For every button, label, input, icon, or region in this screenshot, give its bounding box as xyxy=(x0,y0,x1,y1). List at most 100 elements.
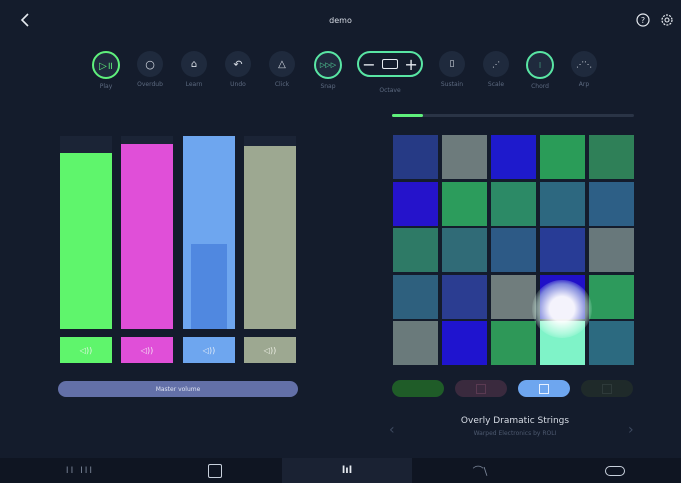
next-preset-icon[interactable]: › xyxy=(628,422,634,438)
snap-icon: ▷▷▷ xyxy=(314,51,342,79)
pad-14[interactable] xyxy=(540,228,585,272)
pad-6[interactable] xyxy=(393,181,438,226)
click-button[interactable]: △ Click xyxy=(265,51,299,88)
master-volume-slider[interactable]: Master volume xyxy=(58,381,298,397)
volume-fader-4[interactable] xyxy=(244,136,296,329)
gear-icon[interactable] xyxy=(660,12,674,31)
pad-grid xyxy=(393,135,634,365)
loop-progress-bar xyxy=(392,114,634,117)
octave-minus-button[interactable]: − xyxy=(362,55,375,74)
preset-author: Warped Electronics by ROLI xyxy=(473,430,557,437)
speaker-icon: ◁)) xyxy=(79,345,93,355)
arp-label: Arp xyxy=(578,81,590,88)
snap-button[interactable]: ▷▷▷ Snap xyxy=(311,51,345,90)
pad-10[interactable] xyxy=(589,181,634,226)
fader-fill-2 xyxy=(121,143,173,329)
nav-effects-icon[interactable]: ⌒\ xyxy=(430,458,530,483)
pad-23[interactable] xyxy=(491,321,536,365)
mute-button-2[interactable]: ◁)) xyxy=(121,337,173,363)
pad-20[interactable] xyxy=(589,274,634,319)
pad-page-tab-2[interactable] xyxy=(455,380,507,397)
pad-22[interactable] xyxy=(442,321,487,365)
metronome-icon: △ xyxy=(269,51,295,77)
speaker-icon: ◁)) xyxy=(202,345,216,355)
arp-button[interactable]: ⋰⋱ Arp xyxy=(567,51,601,88)
preset-info: Overly Dramatic Strings Warped Electroni… xyxy=(390,416,640,437)
learn-button[interactable]: ⌂ Learn xyxy=(177,51,211,88)
pad-15[interactable] xyxy=(589,228,634,272)
chord-icon: ⁝ xyxy=(526,51,554,79)
volume-fader-2[interactable] xyxy=(121,136,173,329)
pad-1[interactable] xyxy=(393,135,438,179)
pad-3[interactable] xyxy=(491,135,536,179)
octave-label: Octave xyxy=(379,87,401,94)
pad-7[interactable] xyxy=(442,181,487,226)
undo-icon: ↶ xyxy=(225,51,251,77)
pad-5[interactable] xyxy=(589,135,634,179)
pad-9[interactable] xyxy=(540,181,585,226)
speaker-icon: ◁)) xyxy=(263,345,277,355)
overdub-label: Overdub xyxy=(137,81,163,88)
undo-label: Undo xyxy=(230,81,246,88)
pad-18[interactable] xyxy=(491,274,536,319)
pad-page-tab-4[interactable] xyxy=(581,380,633,397)
help-icon[interactable]: ? xyxy=(636,12,650,31)
pad-25[interactable] xyxy=(589,321,634,365)
master-volume-label: Master volume xyxy=(155,385,201,393)
play-button[interactable]: ▷॥ Play xyxy=(89,51,123,90)
sustain-label: Sustain xyxy=(440,81,464,88)
page-icon xyxy=(602,384,612,394)
keyboard-icon xyxy=(381,59,398,69)
volume-fader-1[interactable] xyxy=(60,136,112,329)
mute-button-3[interactable]: ◁)) xyxy=(183,337,235,363)
nav-tracks-icon[interactable]: II III xyxy=(30,458,130,483)
page-icon xyxy=(539,384,549,394)
volume-fader-3[interactable] xyxy=(183,136,235,329)
scale-label: Scale xyxy=(487,81,505,88)
chord-button[interactable]: ⁝ Chord xyxy=(523,51,557,90)
play-pause-icon: ▷॥ xyxy=(92,51,120,79)
sustain-pedal-icon: ▯ xyxy=(439,51,465,77)
pad-page-tab-3[interactable] xyxy=(518,380,570,397)
pad-13[interactable] xyxy=(491,228,536,272)
overdub-icon: ○ xyxy=(137,51,163,77)
learn-label: Learn xyxy=(185,81,203,88)
speaker-icon: ◁)) xyxy=(140,345,154,355)
pad-16[interactable] xyxy=(393,274,438,319)
nav-mixer-icon[interactable]: lıl xyxy=(282,458,412,483)
fader-fill-1 xyxy=(60,153,112,329)
touch-glow xyxy=(532,280,592,338)
octave-plus-button[interactable]: + xyxy=(404,55,417,74)
fader-level-3 xyxy=(191,244,227,329)
arp-icon: ⋰⋱ xyxy=(571,51,597,77)
svg-text:?: ? xyxy=(641,16,645,25)
mute-button-4[interactable]: ◁)) xyxy=(244,337,296,363)
pad-2[interactable] xyxy=(442,135,487,179)
pad-4[interactable] xyxy=(540,135,585,179)
scale-button[interactable]: ⋰ Scale xyxy=(479,51,513,88)
sustain-button[interactable]: ▯ Sustain xyxy=(435,51,469,88)
page-icon xyxy=(476,384,486,394)
pad-12[interactable] xyxy=(442,228,487,272)
chord-label: Chord xyxy=(531,83,549,90)
pad-17[interactable] xyxy=(442,274,487,319)
preset-name: Overly Dramatic Strings xyxy=(460,416,570,426)
undo-button[interactable]: ↶ Undo xyxy=(221,51,255,88)
click-label: Click xyxy=(274,81,290,88)
pad-21[interactable] xyxy=(393,321,438,365)
nav-pads-icon[interactable] xyxy=(165,458,265,483)
play-label: Play xyxy=(99,83,113,90)
page-title: demo xyxy=(329,16,352,25)
pad-page-tab-1[interactable] xyxy=(392,380,444,397)
pad-8[interactable] xyxy=(491,181,536,226)
fader-fill-4 xyxy=(244,145,296,329)
mute-button-1[interactable]: ◁)) xyxy=(60,337,112,363)
overdub-button[interactable]: ○ Overdub xyxy=(133,51,167,88)
graduation-cap-icon: ⌂ xyxy=(181,51,207,77)
loop-progress-fill xyxy=(392,114,424,117)
octave-control[interactable]: − + xyxy=(357,51,423,77)
pad-11[interactable] xyxy=(393,228,438,272)
nav-loops-icon[interactable] xyxy=(565,458,665,483)
snap-label: Snap xyxy=(320,83,336,90)
scale-icon: ⋰ xyxy=(483,51,509,77)
